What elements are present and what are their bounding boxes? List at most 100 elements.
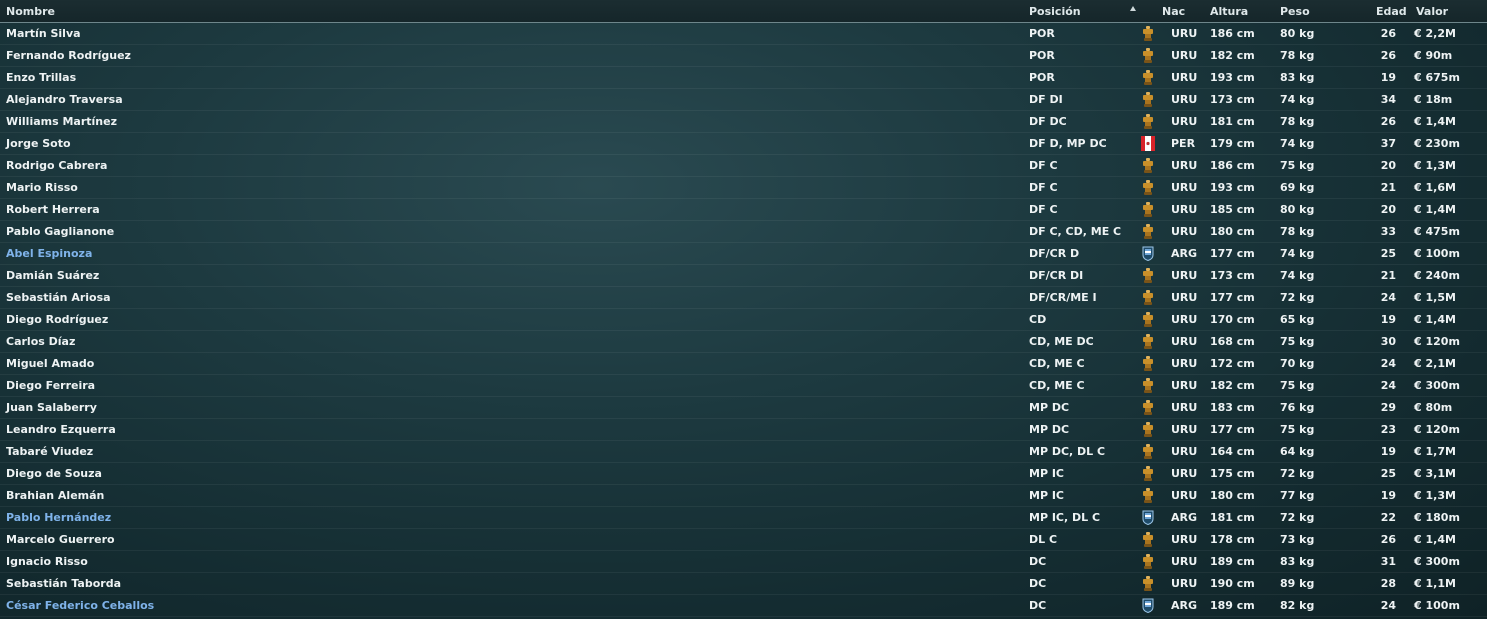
table-row[interactable]: Juan Salaberry MP DC URU 183 cm 76 kg 29 € 80m bbox=[0, 397, 1487, 419]
player-position: DF D, MP DC bbox=[1029, 137, 1107, 150]
player-age: 34 bbox=[1380, 93, 1396, 106]
table-body: Martín Silva POR URU 186 cm 80 kg 26 € 2,2M Fer… bbox=[0, 23, 1487, 617]
table-row[interactable]: Leandro Ezquerra MP DC URU 177 cm 75 kg 23 € 1… bbox=[0, 419, 1487, 441]
table-row[interactable]: Tabaré Viudez MP DC, DL C URU 164 cm 64 kg 19… bbox=[0, 441, 1487, 463]
player-name[interactable]: Williams Martínez bbox=[6, 111, 117, 132]
player-weight: 73 kg bbox=[1280, 533, 1315, 546]
player-name[interactable]: Diego Ferreira bbox=[6, 375, 95, 396]
table-row[interactable]: Abel Espinoza DF/CR D ARG 177 cm 74 kg 25 € 10… bbox=[0, 243, 1487, 265]
player-name[interactable]: Sebastián Taborda bbox=[6, 573, 121, 594]
player-position: CD, ME C bbox=[1029, 357, 1085, 370]
table-row[interactable]: Diego Ferreira CD, ME C URU 182 cm 75 kg 24 € … bbox=[0, 375, 1487, 397]
player-name[interactable]: Brahian Alemán bbox=[6, 485, 104, 506]
table-row[interactable]: Alejandro Traversa DF DI URU 173 cm 74 kg 34 €… bbox=[0, 89, 1487, 111]
player-name[interactable]: Rodrigo Cabrera bbox=[6, 155, 107, 176]
player-position: DL C bbox=[1029, 533, 1058, 546]
player-height: 177 cm bbox=[1210, 247, 1255, 260]
player-name[interactable]: Jorge Soto bbox=[6, 133, 71, 154]
player-name[interactable]: Robert Herrera bbox=[6, 199, 100, 220]
uruguay-flag-icon bbox=[1141, 224, 1155, 239]
table-row[interactable]: Mario Risso DF C URU 193 cm 69 kg 21 € 1,6M bbox=[0, 177, 1487, 199]
table-row[interactable]: Enzo Trillas POR URU 193 cm 83 kg 19 € 675m bbox=[0, 67, 1487, 89]
player-name[interactable]: Juan Salaberry bbox=[6, 397, 97, 418]
player-position: CD bbox=[1029, 313, 1047, 326]
table-row[interactable]: Sebastián Taborda DC URU 190 cm 89 kg 28 € 1,1… bbox=[0, 573, 1487, 595]
table-row[interactable]: Damián Suárez DF/CR DI URU 173 cm 74 kg 21 € 2… bbox=[0, 265, 1487, 287]
player-position: DC bbox=[1029, 555, 1047, 568]
player-name[interactable]: Diego Rodríguez bbox=[6, 309, 108, 330]
player-name[interactable]: Miguel Amado bbox=[6, 353, 94, 374]
player-age: 24 bbox=[1380, 599, 1396, 612]
player-value: € 18m bbox=[1414, 93, 1453, 106]
player-name[interactable]: Tabaré Viudez bbox=[6, 441, 93, 462]
player-name[interactable]: Pablo Gaglianone bbox=[6, 221, 114, 242]
table-row[interactable]: Fernando Rodríguez POR URU 182 cm 78 kg 26 € 9… bbox=[0, 45, 1487, 67]
table-row[interactable]: Rodrigo Cabrera DF C URU 186 cm 75 kg 20 € 1,3… bbox=[0, 155, 1487, 177]
player-height: 193 cm bbox=[1210, 71, 1255, 84]
argentina-flag-icon bbox=[1141, 510, 1155, 525]
table-row[interactable]: Pablo Hernández MP IC, DL C ARG 181 cm 72 kg… bbox=[0, 507, 1487, 529]
player-name[interactable]: Damián Suárez bbox=[6, 265, 99, 286]
player-weight: 78 kg bbox=[1280, 115, 1315, 128]
player-name[interactable]: Fernando Rodríguez bbox=[6, 45, 131, 66]
column-header-nombre[interactable]: Nombre bbox=[6, 0, 55, 22]
player-position: DF C bbox=[1029, 159, 1058, 172]
table-row[interactable]: Brahian Alemán MP IC URU 180 cm 77 kg 19 € 1,3… bbox=[0, 485, 1487, 507]
player-age: 19 bbox=[1380, 313, 1396, 326]
player-name[interactable]: Diego de Souza bbox=[6, 463, 102, 484]
player-name[interactable]: Abel Espinoza bbox=[6, 243, 92, 264]
table-row[interactable]: Jorge Soto DF D, MP DC PER 179 cm 74 kg 37 € 2… bbox=[0, 133, 1487, 155]
player-height: 179 cm bbox=[1210, 137, 1255, 150]
table-row[interactable]: Pablo Gaglianone DF C, CD, ME C URU 180 cm 7… bbox=[0, 221, 1487, 243]
table-row[interactable]: Williams Martínez DF DC URU 181 cm 78 kg 26 € … bbox=[0, 111, 1487, 133]
player-name[interactable]: Ignacio Risso bbox=[6, 551, 88, 572]
table-row[interactable]: Martín Silva POR URU 186 cm 80 kg 26 € 2,2M bbox=[0, 23, 1487, 45]
table-row[interactable]: Sebastián Ariosa DF/CR/ME I URU 177 cm 72 kg… bbox=[0, 287, 1487, 309]
player-name[interactable]: Pablo Hernández bbox=[6, 507, 111, 528]
player-name[interactable]: Carlos Díaz bbox=[6, 331, 75, 352]
player-name[interactable]: Sebastián Ariosa bbox=[6, 287, 111, 308]
column-header-edad[interactable]: Edad bbox=[1376, 0, 1407, 22]
player-name[interactable]: Mario Risso bbox=[6, 177, 78, 198]
player-nationality: URU bbox=[1171, 159, 1198, 172]
player-age: 19 bbox=[1380, 445, 1396, 458]
player-value: € 1,6M bbox=[1414, 181, 1456, 194]
player-height: 181 cm bbox=[1210, 115, 1255, 128]
player-value: € 1,5M bbox=[1414, 291, 1456, 304]
player-value: € 2,2M bbox=[1414, 27, 1456, 40]
table-row[interactable]: Robert Herrera DF C URU 185 cm 80 kg 20 € 1,4M bbox=[0, 199, 1487, 221]
player-name[interactable]: Enzo Trillas bbox=[6, 67, 76, 88]
table-row[interactable]: Ignacio Risso DC URU 189 cm 83 kg 31 € 300m bbox=[0, 551, 1487, 573]
player-nationality: URU bbox=[1171, 203, 1198, 216]
player-name[interactable]: Alejandro Traversa bbox=[6, 89, 123, 110]
player-name[interactable]: César Federico Ceballos bbox=[6, 595, 154, 616]
uruguay-flag-icon bbox=[1141, 180, 1155, 195]
player-name[interactable]: Leandro Ezquerra bbox=[6, 419, 116, 440]
player-height: 182 cm bbox=[1210, 49, 1255, 62]
player-nationality: URU bbox=[1171, 335, 1198, 348]
column-header-nac[interactable]: Nac bbox=[1162, 0, 1185, 22]
player-weight: 74 kg bbox=[1280, 269, 1315, 282]
player-value: € 100m bbox=[1414, 247, 1460, 260]
player-height: 178 cm bbox=[1210, 533, 1255, 546]
table-row[interactable]: César Federico Ceballos DC ARG 189 cm 82 kg 2… bbox=[0, 595, 1487, 617]
player-weight: 74 kg bbox=[1280, 137, 1315, 150]
player-nationality: URU bbox=[1171, 291, 1198, 304]
column-header-peso[interactable]: Peso bbox=[1280, 0, 1310, 22]
table-row[interactable]: Diego Rodríguez CD URU 170 cm 65 kg 19 € 1,4M bbox=[0, 309, 1487, 331]
player-weight: 83 kg bbox=[1280, 555, 1315, 568]
player-height: 172 cm bbox=[1210, 357, 1255, 370]
player-name[interactable]: Marcelo Guerrero bbox=[6, 529, 115, 550]
player-position: MP DC bbox=[1029, 423, 1070, 436]
player-name[interactable]: Martín Silva bbox=[6, 23, 81, 44]
player-value: € 1,1M bbox=[1414, 577, 1456, 590]
table-row[interactable]: Carlos Díaz CD, ME DC URU 168 cm 75 kg 30 € 12… bbox=[0, 331, 1487, 353]
table-row[interactable]: Miguel Amado CD, ME C URU 172 cm 70 kg 24 € 2,… bbox=[0, 353, 1487, 375]
column-header-posicion[interactable]: Posición bbox=[1029, 0, 1081, 22]
column-header-altura[interactable]: Altura bbox=[1210, 0, 1248, 22]
table-row[interactable]: Diego de Souza MP IC URU 175 cm 72 kg 25 € 3,1… bbox=[0, 463, 1487, 485]
column-header-valor[interactable]: Valor bbox=[1416, 0, 1448, 22]
uruguay-flag-icon bbox=[1141, 488, 1155, 503]
table-row[interactable]: Marcelo Guerrero DL C URU 178 cm 73 kg 26 € 1,… bbox=[0, 529, 1487, 551]
player-nationality: URU bbox=[1171, 423, 1198, 436]
